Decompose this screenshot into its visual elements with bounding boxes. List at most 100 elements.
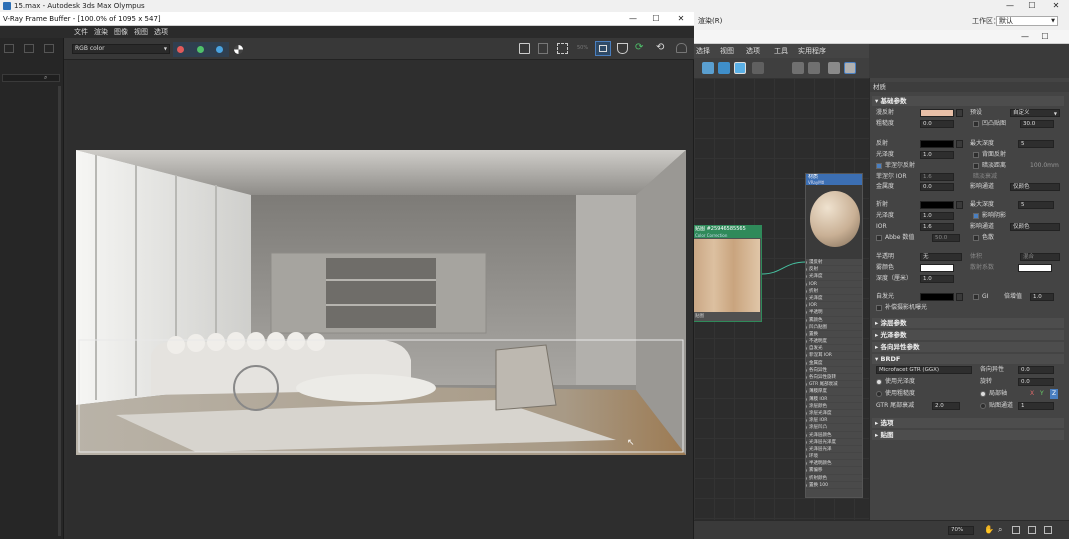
slot-fog-color[interactable]: 雾颜色 — [806, 317, 862, 324]
slot-refr-gloss[interactable]: 光泽度 — [806, 295, 862, 303]
diffuse-color-swatch[interactable] — [920, 109, 954, 117]
slate-menu-tools[interactable]: 工具 — [774, 44, 788, 58]
backside-checkbox[interactable] — [973, 152, 979, 158]
slot-coat-ior[interactable]: 涂层 IOR — [806, 417, 862, 425]
ior-input[interactable]: 1.6 — [920, 223, 954, 231]
dispersion-checkbox[interactable] — [973, 235, 979, 241]
render-last-icon[interactable]: 50% — [577, 43, 588, 54]
slot-reflect[interactable]: 反射 — [806, 266, 862, 274]
map-channel-input[interactable]: 1 — [1018, 402, 1054, 410]
scatter-color-swatch[interactable] — [1018, 264, 1052, 272]
affect-shadows-checkbox[interactable] — [973, 213, 979, 219]
vfb-menu-file[interactable]: 文件 — [74, 26, 88, 38]
slot-translucency-color[interactable]: 半透明颜色 — [806, 460, 862, 468]
slot-bump[interactable]: 凹凸贴图 — [806, 324, 862, 331]
map-channel-radio[interactable] — [980, 403, 986, 409]
refresh-icon[interactable]: ⟳ — [635, 42, 643, 53]
fog-color-swatch[interactable] — [920, 264, 954, 272]
preset-select[interactable]: 自定义 ▼ — [1010, 109, 1060, 117]
rollout-brdf[interactable]: ▾ BRDF — [872, 354, 1064, 364]
slot-gtr-tail[interactable]: GTR 尾部衰减 — [806, 381, 862, 389]
self-illum-map-button[interactable] — [956, 293, 963, 301]
rounded-input[interactable]: 30.0 — [1020, 120, 1054, 128]
maximize-icon[interactable]: ☐ — [1021, 0, 1043, 12]
reflect-color-swatch[interactable] — [920, 140, 954, 148]
vfb-close-icon[interactable]: ✕ — [670, 13, 692, 25]
slot-thinfilm-thickness[interactable]: 薄膜厚度 — [806, 388, 862, 396]
slot-diffuse[interactable]: 漫反射 — [806, 259, 862, 267]
layer-load-icon[interactable] — [44, 44, 54, 53]
rollout-aniso[interactable]: ▸ 各向异性参数 — [872, 342, 1064, 352]
vfb-menu-render[interactable]: 渲染 — [94, 26, 108, 38]
slate-maximize-icon[interactable]: ☐ — [1034, 30, 1056, 44]
slate-minimize-icon[interactable]: — — [1014, 30, 1036, 44]
local-axis-radio[interactable] — [980, 391, 986, 397]
rollout-sheen[interactable]: ▸ 光泽参数 — [872, 330, 1064, 340]
layer-add-icon[interactable] — [4, 44, 14, 53]
save-image-icon[interactable] — [519, 43, 530, 54]
multiplier-input[interactable]: 1.0 — [1030, 293, 1054, 301]
axis-z-button[interactable]: Z — [1050, 389, 1059, 399]
slot-metalness[interactable]: 金属度 — [806, 360, 862, 367]
slot-refraction-color[interactable]: 折射颜色 — [806, 475, 862, 482]
clear-image-icon[interactable] — [538, 43, 548, 54]
slot-sheen-gloss[interactable]: 光泽层光泽度 — [806, 439, 862, 446]
slot-thinfilm-ior[interactable]: 薄膜 IOR — [806, 396, 862, 403]
red-channel-toggle[interactable] — [177, 46, 184, 53]
alpha-channel-toggle[interactable] — [234, 45, 243, 54]
refract-affect-select[interactable]: 仅颜色 — [1010, 223, 1060, 231]
checker-icon[interactable] — [844, 62, 856, 74]
slate-menu-view[interactable]: 视图 — [720, 44, 734, 58]
zoom-icon[interactable]: ⌕ — [998, 525, 1002, 535]
frame-selected-icon[interactable] — [1028, 526, 1036, 534]
axis-y-button[interactable]: Y — [1040, 389, 1044, 399]
select-tool-icon[interactable] — [702, 62, 714, 74]
pan-icon[interactable]: ✋ — [984, 525, 994, 534]
slot-fog-bias[interactable]: 雾偏移 — [806, 467, 862, 475]
gtr-tail-input[interactable]: 2.0 — [932, 402, 960, 410]
abbe-checkbox[interactable] — [876, 235, 882, 241]
layer-save-icon[interactable] — [24, 44, 34, 53]
render-canvas[interactable]: ↖ — [67, 60, 693, 539]
rotation-input[interactable]: 0.0 — [1018, 378, 1054, 386]
slot-translucency[interactable]: 半透明 — [806, 309, 862, 317]
refract-color-swatch[interactable] — [920, 201, 954, 209]
background-icon[interactable] — [752, 62, 764, 74]
vfb-menu-options[interactable]: 选项 — [154, 26, 168, 38]
slot-self-illum[interactable]: 自发光 — [806, 345, 862, 353]
workspace-select[interactable]: 默认 ▼ — [996, 16, 1058, 26]
rollout-maps[interactable]: ▸ 贴图 — [872, 430, 1064, 440]
slot-sheen-shine[interactable]: 光泽层光泽 — [806, 446, 862, 454]
slate-menu-utilities[interactable]: 实用程序 — [798, 44, 826, 58]
gloss-input[interactable]: 1.0 — [920, 151, 954, 159]
self-illum-swatch[interactable] — [920, 293, 954, 301]
slot-fresnel-ior[interactable]: 菲涅耳 IOR — [806, 352, 862, 360]
view-options-icon[interactable] — [1044, 526, 1052, 534]
use-rough-radio[interactable] — [876, 391, 882, 397]
bitmap-node[interactable]: 贴图 #25946585565 Color Correction 贴图 — [692, 225, 762, 322]
slot-coat-gloss[interactable]: 涂层光泽度 — [806, 410, 862, 418]
vfb-menu-image[interactable]: 图像 — [114, 26, 128, 38]
vfb-maximize-icon[interactable]: ☐ — [645, 13, 667, 25]
trans-mode-select[interactable]: 混合 — [1020, 253, 1060, 261]
slate-node-view[interactable]: 贴图 #25946585565 Color Correction 贴图 材质 V… — [692, 78, 869, 520]
slate-menu-options[interactable]: 选项 — [746, 44, 760, 58]
axis-x-button[interactable]: X — [1030, 389, 1034, 399]
slot-refract[interactable]: 折射 — [806, 288, 862, 295]
diffuse-map-button[interactable] — [956, 109, 963, 117]
vfb-menu-view[interactable]: 视图 — [134, 26, 148, 38]
assign-material-icon[interactable] — [718, 62, 730, 74]
refract-gloss-input[interactable]: 1.0 — [920, 212, 954, 220]
rounded-checkbox[interactable] — [973, 121, 979, 127]
translucency-select[interactable]: 无 — [920, 253, 962, 261]
zoom-select[interactable]: 70% — [948, 526, 974, 535]
shield-icon[interactable] — [617, 43, 628, 54]
slot-refr-ior[interactable]: IOR — [806, 302, 862, 310]
vraymtl-node[interactable]: 材质 VRayMtl 漫反射 反射 光泽度 IOR 折射 光泽度 IOR 半透明… — [805, 173, 863, 498]
compensate-checkbox[interactable] — [876, 305, 882, 311]
layer-search-input[interactable] — [2, 74, 60, 82]
refract-map-button[interactable] — [956, 201, 963, 209]
vfb-minimize-icon[interactable]: — — [622, 13, 644, 25]
slot-coat-color[interactable]: 涂层颜色 — [806, 403, 862, 410]
fresnel-checkbox[interactable] — [876, 163, 882, 169]
